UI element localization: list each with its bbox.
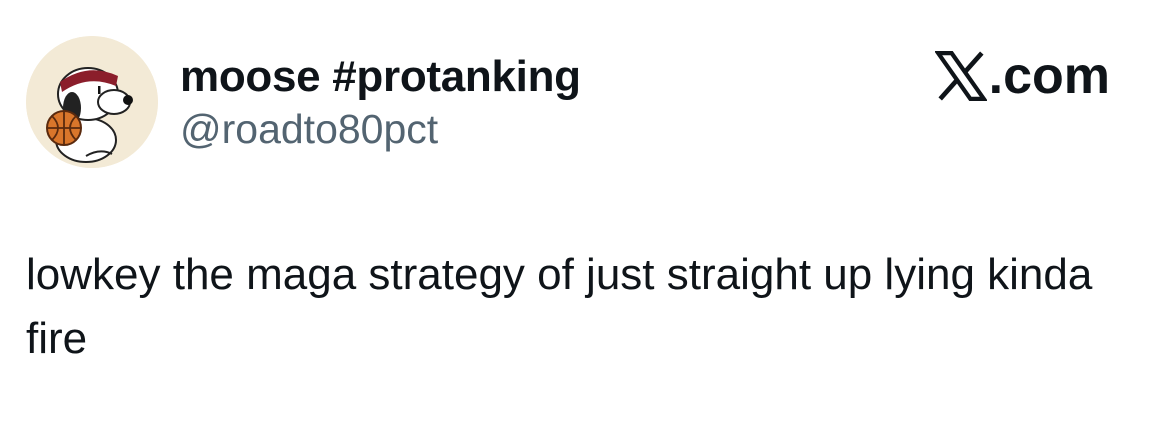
x-com-branding: .com [934,46,1110,106]
user-handle[interactable]: @roadto80pct [180,106,438,153]
tweet-text: lowkey the maga strategy of just straigh… [26,250,1093,363]
x-logo-icon [934,50,987,102]
snoopy-avatar-icon [26,36,158,168]
brand-suffix: .com [988,47,1110,105]
tweet-card: moose #protanking @roadto80pct .com lowk… [0,0,1170,432]
display-name[interactable]: moose #protanking [180,52,581,102]
profile-avatar[interactable] [26,36,158,168]
